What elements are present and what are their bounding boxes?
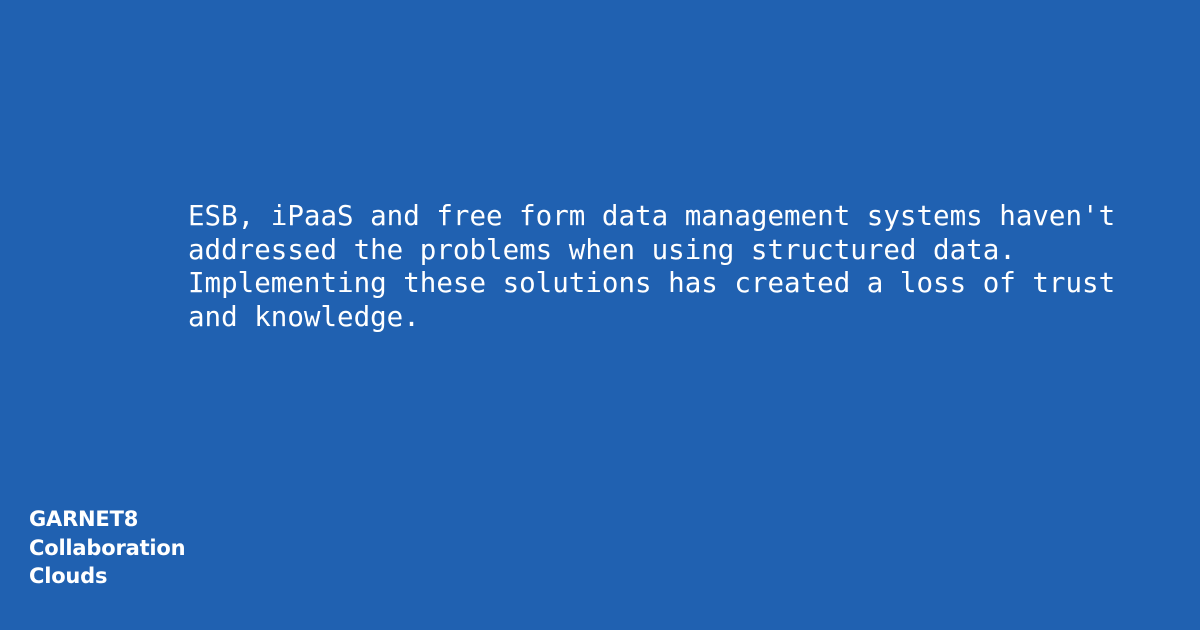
brand-line: Collaboration xyxy=(29,535,186,560)
quote-line: addressed the problems when using struct… xyxy=(188,233,1016,266)
quote-line: and knowledge. xyxy=(188,300,420,333)
quote-text: ESB, iPaaS and free form data management… xyxy=(188,200,1178,334)
brand-line: Clouds xyxy=(29,564,108,588)
social-card: ESB, iPaaS and free form data management… xyxy=(0,0,1200,630)
brand-line: GARNET8 xyxy=(29,507,139,531)
brand-name: GARNET8 Collaboration Clouds xyxy=(29,505,186,591)
quote-line: Implementing these solutions has created… xyxy=(188,267,1116,299)
quote-line: ESB, iPaaS and free form data management… xyxy=(188,200,1116,232)
